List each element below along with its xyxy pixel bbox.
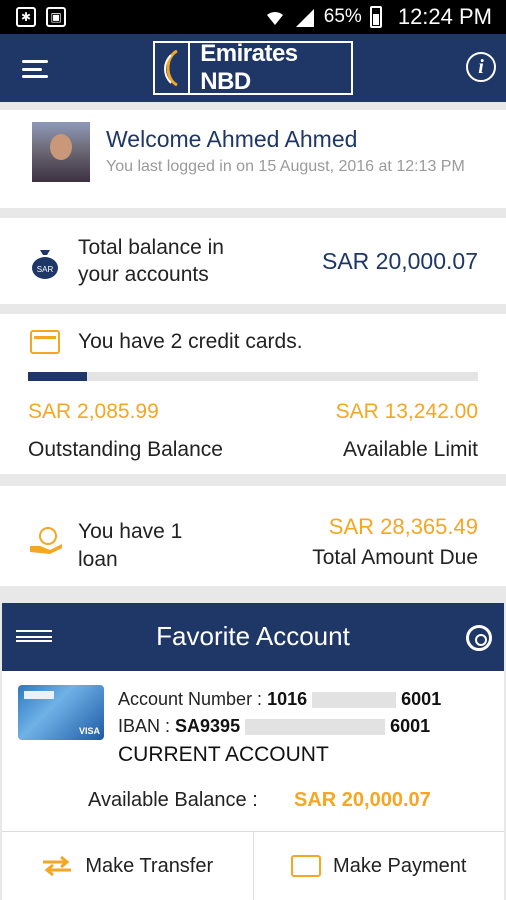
quick-actions: Make Transfer Make Payment: [2, 831, 504, 900]
loan-amount-value: SAR 28,365.49: [328, 514, 478, 539]
favorite-account-body[interactable]: Account Number : 1016 6001 IBAN : SA9395…: [2, 671, 504, 831]
make-payment-button[interactable]: Make Payment: [252, 832, 505, 900]
available-limit-label: Available Limit: [342, 438, 478, 461]
total-balance-card[interactable]: SAR Total balance in your accounts SAR 2…: [0, 218, 506, 304]
available-balance-label: Available Balance :: [88, 789, 258, 811]
outstanding-balance-label: Outstanding Balance: [28, 438, 223, 461]
make-transfer-label: Make Transfer: [85, 854, 214, 877]
available-balance-value: SAR 20,000.07: [294, 789, 431, 811]
outstanding-balance-value: SAR 2,085.99: [28, 400, 159, 423]
battery-icon: [369, 6, 382, 28]
credit-usage-bar: [28, 372, 478, 381]
gear-icon[interactable]: [466, 625, 492, 651]
loan-amount-label: Total Amount Due: [312, 546, 478, 569]
account-number-row: Account Number : 1016 6001: [118, 689, 441, 710]
credit-cards-summary: You have 2 credit cards.: [78, 330, 303, 353]
last-login-text: You last logged in on 15 August, 2016 at…: [106, 158, 465, 175]
brand-name: Emirates NBD: [200, 40, 298, 95]
iban-label: IBAN :: [118, 716, 171, 736]
battery-percent: 65%: [323, 6, 362, 27]
favorite-account-header: Favorite Account: [2, 603, 504, 671]
wifi-icon: [266, 11, 283, 25]
iban-end: 6001: [390, 716, 431, 736]
iban-start: SA9395: [175, 716, 241, 736]
favorite-account-title: Favorite Account: [156, 621, 350, 651]
loan-card[interactable]: You have 1 loan SAR 28,365.49 Total Amou…: [0, 486, 506, 586]
loan-summary: You have 1 loan: [78, 520, 183, 571]
debit-card-image: [18, 685, 104, 740]
account-number-mask: [312, 692, 397, 709]
welcome-title: Welcome Ahmed Ahmed: [106, 126, 358, 152]
available-limit-value: SAR 13,242.00: [335, 400, 478, 423]
transfer-arrows-icon: [43, 856, 72, 876]
status-bar: ✱ ▣ 65% 12:24 PM: [0, 0, 506, 34]
payment-card-icon: [291, 855, 322, 877]
accessibility-icon: ✱: [16, 7, 36, 27]
account-number-end: 6001: [401, 689, 442, 709]
menu-icon[interactable]: [22, 60, 48, 78]
account-number-label: Account Number :: [118, 689, 263, 709]
svg-text:SAR: SAR: [37, 265, 54, 274]
credit-card-icon: [30, 330, 60, 354]
make-payment-label: Make Payment: [333, 854, 467, 877]
credit-cards-card[interactable]: You have 2 credit cards. SAR 2,085.99 SA…: [0, 314, 506, 474]
signal-icon: [295, 9, 314, 27]
loan-hand-icon: [30, 527, 62, 554]
credit-usage-fill: [28, 372, 87, 381]
iban-mask: [245, 719, 386, 736]
account-number-start: 1016: [267, 689, 308, 709]
logo-mark-icon: [155, 43, 191, 93]
welcome-card: Welcome Ahmed Ahmed You last logged in o…: [0, 110, 506, 208]
money-bag-icon: SAR: [32, 250, 58, 279]
clock: 12:24 PM: [397, 4, 492, 29]
avatar: [32, 122, 90, 182]
iban-row: IBAN : SA9395 6001: [118, 716, 430, 737]
brand-logo: Emirates NBD: [153, 40, 353, 95]
total-balance-value: SAR 20,000.07: [321, 248, 478, 274]
gallery-icon: ▣: [46, 7, 66, 27]
make-transfer-button[interactable]: Make Transfer: [2, 832, 253, 900]
total-balance-label: Total balance in your accounts: [78, 236, 224, 286]
app-bar: Emirates NBD i: [0, 34, 506, 102]
info-icon[interactable]: i: [466, 52, 496, 82]
account-type: CURRENT ACCOUNT: [118, 743, 329, 766]
